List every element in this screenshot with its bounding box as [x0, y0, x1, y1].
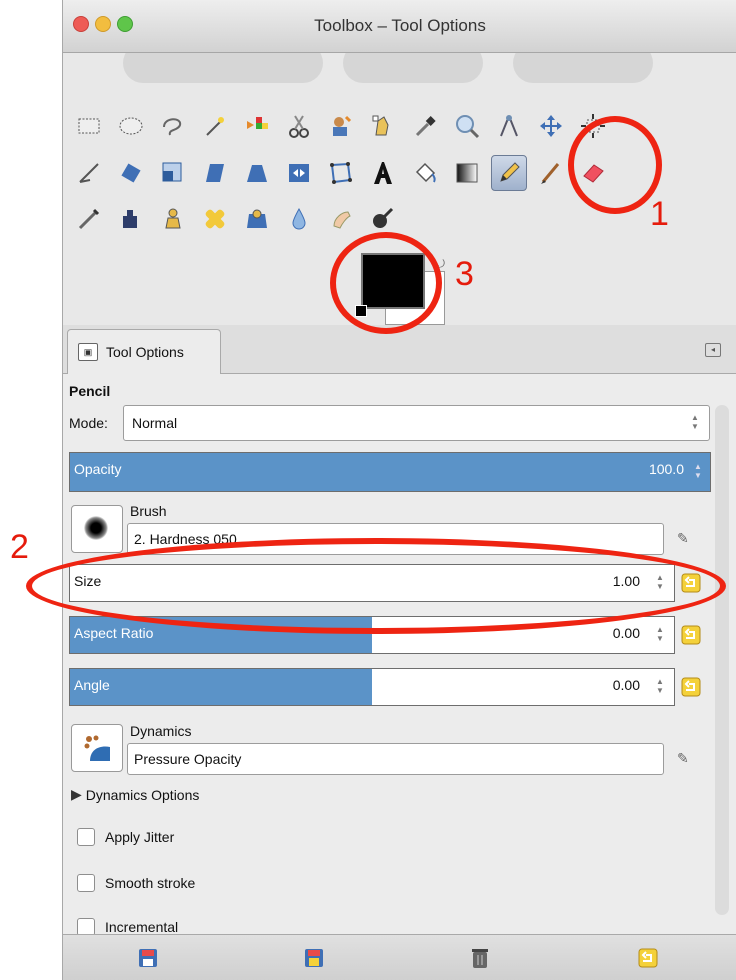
save-preset-icon[interactable] [137, 947, 159, 969]
scissors-icon[interactable] [283, 110, 315, 142]
title-bar: Toolbox – Tool Options [63, 0, 736, 53]
smooth-stroke-label: Smooth stroke [105, 875, 196, 891]
restore-preset-icon[interactable] [303, 947, 325, 969]
mode-dropdown[interactable]: Normal ▲ ▼ [123, 405, 710, 441]
flip-icon[interactable] [283, 157, 315, 189]
select-by-color-icon[interactable] [241, 110, 273, 142]
checkbox-box [77, 828, 95, 846]
smooth-stroke-checkbox[interactable]: Smooth stroke [77, 874, 195, 892]
opacity-slider[interactable]: Opacity 100.0 ▲ ▼ [69, 452, 711, 492]
wilber-decoration [343, 53, 483, 83]
aspect-ratio-label: Aspect Ratio [74, 625, 154, 641]
apply-jitter-label: Apply Jitter [105, 829, 175, 845]
brush-label: Brush [130, 503, 167, 519]
reset-icon[interactable] [637, 947, 659, 969]
tool-options-tab-icon: ▣ [78, 343, 98, 361]
paintbrush-icon[interactable] [535, 157, 567, 189]
dropdown-arrows-icon: ▲ ▼ [691, 413, 699, 431]
expander-arrow-icon: ▶ [71, 786, 82, 802]
annotation-circle-pencil [568, 116, 662, 214]
airbrush-icon[interactable] [73, 203, 105, 235]
angle-value: 0.00 [612, 677, 640, 693]
opacity-label: Opacity [74, 461, 122, 477]
tool-options-panel: Pencil Mode: Normal ▲ ▼ Opacity 100.0 ▲ ▼ … [63, 374, 736, 936]
zoom-icon[interactable] [451, 110, 483, 142]
dynamics-preview-button[interactable] [71, 724, 123, 772]
reset-angle-icon[interactable] [680, 676, 702, 698]
mode-label: Mode: [69, 415, 108, 431]
heal-icon[interactable] [199, 203, 231, 235]
bottom-toolbar [63, 934, 736, 980]
crop-icon[interactable] [73, 157, 105, 189]
options-scrollbar[interactable] [715, 405, 729, 915]
tool-name: Pencil [69, 383, 111, 399]
rotate-icon[interactable] [115, 157, 147, 189]
smudge-icon[interactable] [325, 203, 357, 235]
paths-icon[interactable] [367, 110, 399, 142]
pencil-icon[interactable] [491, 155, 527, 191]
dynamics-options-label: Dynamics Options [85, 786, 200, 803]
brush-preview-icon [84, 516, 108, 540]
ink-icon[interactable] [115, 203, 147, 235]
annotation-circle-size [26, 538, 726, 634]
wilber-decoration [513, 53, 653, 83]
aspect-ratio-value: 0.00 [612, 625, 640, 641]
foreground-select-icon[interactable] [325, 110, 357, 142]
edit-dynamics-icon[interactable]: ✎ [677, 750, 689, 767]
dynamics-options-expander[interactable]: ▶ Dynamics Options [71, 786, 199, 803]
angle-slider[interactable]: Angle 0.00 ▲ ▼ [69, 668, 675, 706]
measure-icon[interactable] [493, 110, 525, 142]
angle-stepper[interactable]: ▲ ▼ [654, 672, 666, 700]
color-picker-icon[interactable] [409, 110, 441, 142]
tab-label: Tool Options [106, 344, 184, 360]
annotation-number-2: 2 [10, 528, 29, 566]
tab-tool-options[interactable]: ▣ Tool Options [67, 329, 221, 374]
tab-menu-icon[interactable]: ◂ [705, 343, 721, 357]
wilber-decoration [123, 53, 323, 83]
aspect-ratio-stepper[interactable]: ▲ ▼ [654, 620, 666, 648]
perspective-icon[interactable] [241, 157, 273, 189]
edit-brush-icon[interactable]: ✎ [677, 530, 689, 547]
ellipse-select-icon[interactable] [115, 110, 147, 142]
incremental-label: Incremental [105, 919, 179, 935]
fuzzy-select-icon[interactable] [199, 110, 231, 142]
opacity-value: 100.0 [648, 461, 684, 477]
annotation-number-3: 3 [455, 255, 474, 293]
annotation-circle-color [330, 232, 442, 334]
clone-icon[interactable] [157, 203, 189, 235]
dynamics-value: Pressure Opacity [134, 751, 242, 767]
mode-value: Normal [132, 415, 178, 431]
checkbox-box [77, 874, 95, 892]
reset-aspect-ratio-icon[interactable] [680, 624, 702, 646]
annotation-number-1: 1 [650, 195, 669, 233]
delete-preset-icon[interactable] [469, 946, 491, 970]
opacity-stepper[interactable]: ▲ ▼ [692, 457, 704, 485]
angle-label: Angle [74, 677, 110, 693]
opacity-fill [70, 453, 710, 491]
dodge-burn-icon[interactable] [367, 203, 399, 235]
dynamics-label: Dynamics [130, 723, 192, 739]
blur-icon[interactable] [283, 203, 315, 235]
shear-icon[interactable] [199, 157, 231, 189]
window-title: Toolbox – Tool Options [314, 16, 486, 35]
free-select-icon[interactable] [157, 110, 189, 142]
bucket-fill-icon[interactable] [409, 157, 441, 189]
dynamics-icon [84, 735, 110, 761]
scale-icon[interactable] [157, 157, 189, 189]
apply-jitter-checkbox[interactable]: Apply Jitter [77, 828, 174, 846]
blend-icon[interactable] [451, 157, 483, 189]
perspective-clone-icon[interactable] [241, 203, 273, 235]
move-icon[interactable] [535, 110, 567, 142]
brush-preview-button[interactable] [71, 505, 123, 553]
cage-icon[interactable] [325, 157, 357, 189]
text-icon[interactable] [367, 157, 399, 189]
angle-fill [70, 669, 372, 705]
dynamics-name-field[interactable]: Pressure Opacity [127, 743, 664, 775]
rect-select-icon[interactable] [73, 110, 105, 142]
